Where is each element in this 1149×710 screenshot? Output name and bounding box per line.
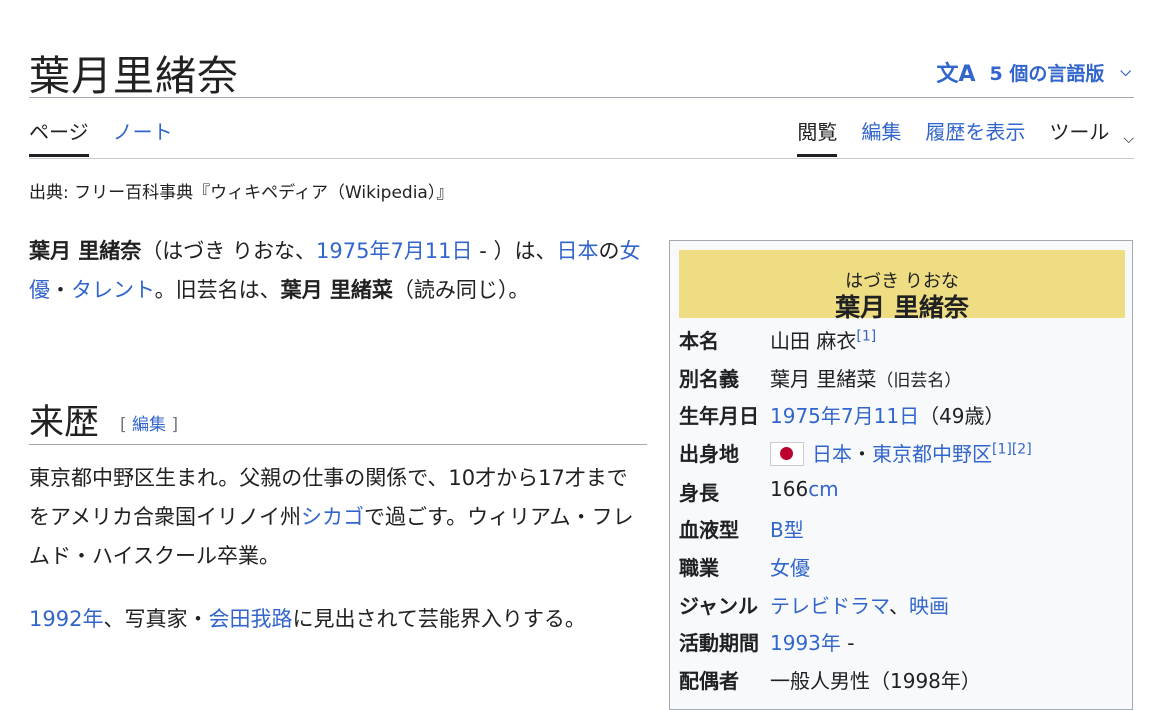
row-value: B型: [770, 514, 804, 543]
age: （49歳）: [919, 404, 1005, 428]
chicago-link[interactable]: シカゴ: [301, 505, 364, 529]
history-paragraph-1: 東京都中野区生まれ。父親の仕事の関係で、10才から17才までをアメリカ合衆国イリ…: [29, 459, 641, 576]
infobox-header: はづき りおな 葉月 里緒奈: [679, 250, 1125, 322]
tools-menu[interactable]: ツール ⌵: [1049, 116, 1134, 157]
page-title: 葉月里緒奈: [29, 52, 239, 100]
row-value: 1993年 -: [770, 627, 854, 656]
talent-link[interactable]: タレント: [71, 278, 155, 302]
infobox-row-spouse: 配偶者 一般人男性（1998年）: [679, 665, 1125, 695]
birth-date-link[interactable]: 1975年7月11日: [316, 239, 473, 263]
alias-note: （旧芸名）: [876, 371, 962, 391]
row-value: 葉月 里緒菜（旧芸名）: [770, 363, 961, 392]
row-key: 身長: [679, 481, 719, 505]
row-key: 血液型: [679, 518, 739, 542]
infobox-row-genre: ジャンル テレビドラマ、映画: [679, 590, 1125, 620]
japan-flag-icon: [770, 441, 804, 466]
infobox-row-birth: 生年月日 1975年7月11日（49歳）: [679, 400, 1125, 430]
bracket: ]: [166, 415, 179, 435]
separator: ・: [852, 442, 872, 466]
actress-link[interactable]: 女優: [770, 556, 810, 580]
row-key: 生年月日: [679, 404, 759, 428]
row-value: 山田 麻衣[1]: [770, 325, 876, 354]
tabs-divider: [29, 158, 1134, 159]
section-divider: [29, 444, 647, 445]
year-1992-link[interactable]: 1992年: [29, 607, 103, 631]
chevron-down-icon: ⌵: [1123, 131, 1134, 147]
row-key: 別名義: [679, 367, 739, 391]
text: 、写真家・: [103, 607, 209, 631]
text: 。旧芸名は、: [154, 278, 281, 302]
tools-label: ツール: [1049, 120, 1110, 144]
namespace-tabs: ページ ノート: [29, 116, 173, 157]
tab-talk[interactable]: ノート: [113, 116, 173, 157]
infobox: はづき りおな 葉月 里緒奈 本名 山田 麻衣[1] 別名義 葉月 里緒菜（旧芸…: [669, 240, 1133, 710]
section-edit-link[interactable]: 編集: [132, 415, 166, 435]
separator: 、: [889, 594, 909, 618]
alias: 葉月 里緒菜: [770, 367, 877, 391]
infobox-row-origin: 出身地 日本・東京都中野区[1][2]: [679, 438, 1125, 468]
text: ・: [50, 278, 71, 302]
translate-icon: 文A: [936, 62, 976, 87]
infobox-row-active: 活動期間 1993年 -: [679, 627, 1125, 657]
row-key: 本名: [679, 329, 719, 353]
ref-link[interactable]: [1][2]: [992, 441, 1032, 457]
text: - ）は、: [472, 239, 557, 263]
tab-page[interactable]: ページ: [29, 116, 89, 157]
blood-type-link[interactable]: B型: [770, 518, 804, 542]
row-value: 166cm: [770, 477, 839, 501]
year-1993-link[interactable]: 1993年: [770, 631, 841, 655]
infobox-row-blood: 血液型 B型: [679, 514, 1125, 544]
photographer-link[interactable]: 会田我路: [208, 607, 292, 631]
old-name: 葉月 里緒菜: [280, 278, 393, 302]
bracket: [: [120, 415, 133, 435]
japan-link[interactable]: 日本: [556, 239, 598, 263]
infobox-row-alias: 別名義 葉月 里緒菜（旧芸名）: [679, 363, 1125, 393]
language-button-label: 5 個の言語版: [989, 62, 1105, 85]
row-key: ジャンル: [679, 594, 758, 618]
section-heading-history: 来歴: [29, 403, 100, 443]
birth-date-link[interactable]: 1975年7月11日: [770, 404, 919, 428]
row-value: 女優: [770, 552, 810, 581]
row-key: 職業: [679, 556, 719, 580]
text: の: [598, 239, 620, 263]
ref-link[interactable]: [1]: [856, 328, 876, 344]
row-value: 1975年7月11日（49歳）: [770, 400, 1005, 429]
history-paragraph-2: 1992年、写真家・会田我路に見出されて芸能界入りする。: [29, 600, 641, 639]
chevron-down-icon: ⌵: [1120, 64, 1131, 80]
text: （読み同じ）。: [392, 278, 530, 302]
intro-paragraph: 葉月 里緒奈（はづき りおな、1975年7月11日 - ）は、日本の女優・タレン…: [29, 232, 641, 310]
cm-link[interactable]: cm: [808, 477, 838, 501]
text: -: [840, 631, 855, 655]
infobox-row-height: 身長 166cm: [679, 477, 1125, 507]
subject-name: 葉月 里緒奈: [29, 239, 142, 263]
tab-read[interactable]: 閲覧: [797, 116, 838, 157]
row-value: テレビドラマ、映画: [770, 590, 949, 619]
section-edit: [ 編集 ]: [120, 410, 178, 435]
film-link[interactable]: 映画: [909, 594, 949, 618]
row-value: 日本・東京都中野区[1][2]: [770, 438, 1032, 468]
infobox-name: 葉月 里緒奈: [835, 293, 969, 322]
infobox-row-job: 職業 女優: [679, 552, 1125, 582]
row-key: 出身地: [679, 442, 739, 466]
tv-drama-link[interactable]: テレビドラマ: [770, 594, 889, 618]
source-note: 出典: フリー百科事典『ウィキペディア（Wikipedia）』: [29, 183, 454, 203]
height-value: 166: [770, 477, 809, 501]
language-button[interactable]: 文A 5 個の言語版 ⌵: [937, 56, 1132, 88]
row-value: 一般人男性（1998年）: [770, 669, 981, 693]
japan-link[interactable]: 日本: [812, 442, 852, 466]
view-tabs: 閲覧 編集 履歴を表示 ツール ⌵: [797, 116, 1134, 157]
real-name: 山田 麻衣: [770, 329, 857, 353]
text: に見出されて芸能界入りする。: [292, 607, 586, 631]
title-divider: [29, 97, 1134, 98]
nakano-link[interactable]: 東京都中野区: [872, 442, 992, 466]
tab-history[interactable]: 履歴を表示: [925, 116, 1025, 157]
ruby-text: （はづき りおな、: [141, 239, 316, 263]
infobox-row-real-name: 本名 山田 麻衣[1]: [679, 325, 1125, 355]
tab-edit[interactable]: 編集: [861, 116, 901, 157]
row-key: 配偶者: [679, 669, 739, 693]
row-key: 活動期間: [679, 631, 759, 655]
